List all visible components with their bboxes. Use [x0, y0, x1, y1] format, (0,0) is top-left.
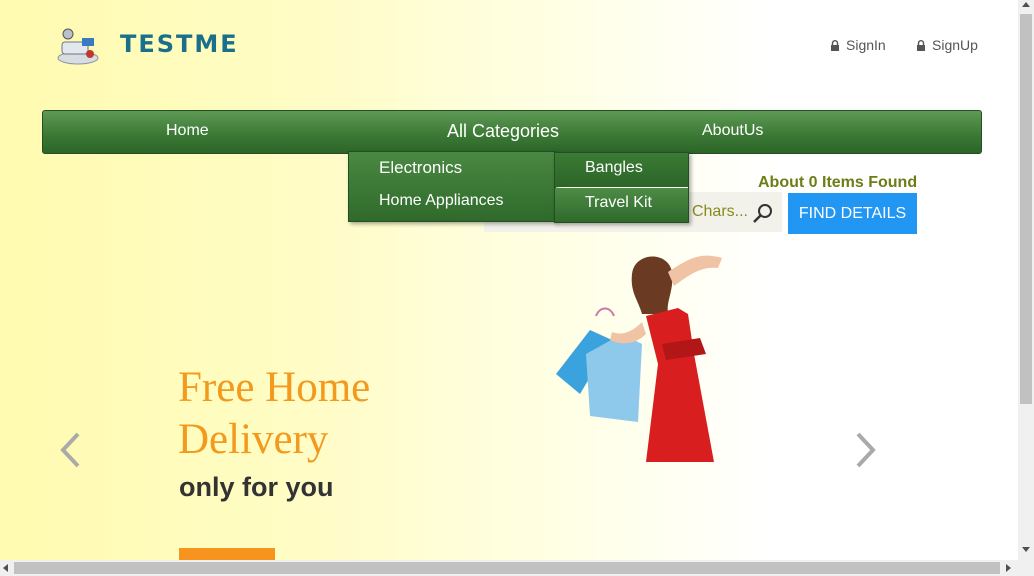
submenu-item-travel-kit[interactable]: Travel Kit: [555, 188, 688, 222]
slide-cta-button[interactable]: [179, 548, 275, 560]
signin-link[interactable]: SignIn: [830, 37, 886, 53]
lock-icon: [917, 39, 925, 51]
header: TESTME SignIn SignUp: [0, 0, 1018, 100]
scroll-right-arrow-icon[interactable]: [1006, 564, 1011, 572]
scroll-up-arrow-icon[interactable]: [1022, 2, 1030, 7]
scroll-left-arrow-icon[interactable]: [3, 564, 8, 572]
chevron-left-icon[interactable]: [58, 430, 82, 470]
categories-dropdown: Electronics Home Appliances: [348, 151, 556, 222]
nav-home[interactable]: Home: [166, 111, 209, 151]
signin-label: SignIn: [846, 37, 886, 53]
slide-subtitle: only for you: [179, 472, 334, 502]
nav-all-categories[interactable]: All Categories: [447, 111, 559, 151]
logo-image[interactable]: [54, 24, 100, 66]
scroll-down-arrow-icon[interactable]: [1022, 547, 1030, 552]
find-details-button[interactable]: FIND DETAILS: [788, 193, 917, 234]
submenu-item-bangles[interactable]: Bangles: [555, 153, 688, 187]
horizontal-scrollbar-thumb[interactable]: [14, 562, 1000, 574]
dropdown-item-home-appliances[interactable]: Home Appliances: [379, 192, 504, 210]
logo-text[interactable]: TESTME: [120, 30, 239, 58]
dropdown-item-electronics[interactable]: Electronics: [379, 158, 462, 178]
electronics-submenu: Bangles Travel Kit: [554, 152, 689, 223]
main-navbar: Home All Categories AboutUs: [42, 110, 982, 154]
signup-label: SignUp: [932, 37, 978, 53]
chevron-right-icon[interactable]: [854, 430, 878, 470]
signup-link[interactable]: SignUp: [916, 37, 978, 53]
slide-title: Free Home Delivery: [178, 364, 371, 463]
lock-icon: [831, 39, 839, 51]
nav-about-us[interactable]: AboutUs: [702, 111, 763, 151]
items-found-text: About 0 Items Found: [758, 174, 918, 191]
vertical-scrollbar-thumb[interactable]: [1020, 14, 1032, 404]
search-icon[interactable]: [752, 202, 774, 224]
shopping-woman-image: [556, 255, 722, 462]
